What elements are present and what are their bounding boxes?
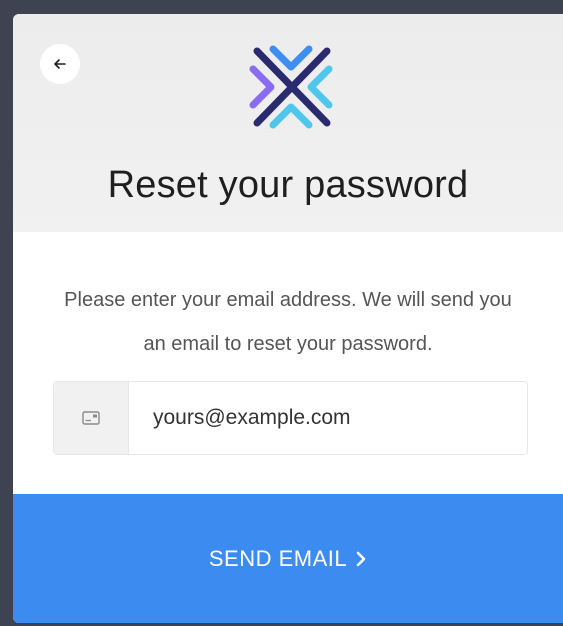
- email-input[interactable]: [129, 382, 527, 454]
- back-button[interactable]: [40, 44, 80, 84]
- email-field: [53, 381, 528, 455]
- envelope-icon: [82, 411, 100, 425]
- instructions-text: Please enter your email address. We will…: [64, 289, 512, 355]
- reset-password-card: Reset your password Please enter your em…: [13, 14, 563, 623]
- chevron-right-icon: [355, 551, 367, 567]
- email-icon-box: [54, 382, 129, 454]
- arrow-left-icon: [54, 59, 66, 69]
- send-email-button[interactable]: SEND EMAIL: [13, 494, 563, 623]
- card-header: Reset your password: [13, 14, 563, 232]
- send-email-label: SEND EMAIL: [208, 545, 348, 571]
- logo-icon: [249, 45, 333, 129]
- page-title: Reset your password: [107, 164, 469, 206]
